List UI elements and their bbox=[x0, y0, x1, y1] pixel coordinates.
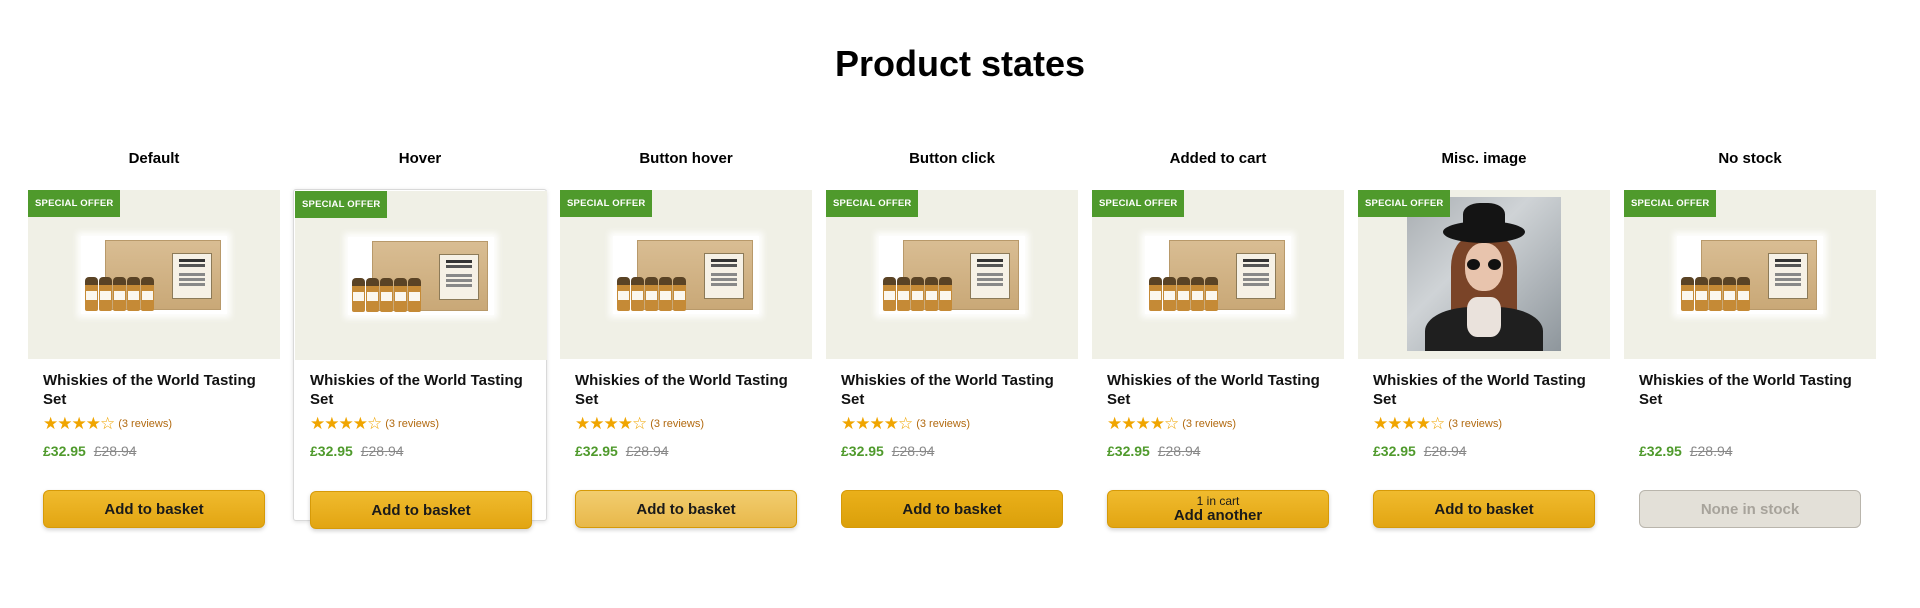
product-card[interactable]: SPECIAL OFFER Whiskies of the World Tast… bbox=[1624, 190, 1876, 528]
add-to-basket-button[interactable]: Add to basket bbox=[1373, 490, 1595, 528]
special-offer-badge: SPECIAL OFFER bbox=[28, 190, 121, 217]
reviews-link[interactable]: (3 reviews) bbox=[1182, 418, 1236, 430]
price: £32.95 bbox=[1373, 443, 1416, 459]
tasting-set-image bbox=[81, 236, 227, 314]
add-to-basket-button[interactable]: Add to basket bbox=[841, 490, 1063, 528]
product-card[interactable]: SPECIAL OFFER Whiskies of the World Tast… bbox=[826, 190, 1078, 528]
price: £32.95 bbox=[1107, 443, 1150, 459]
state-label: Button click bbox=[909, 150, 995, 167]
product-image[interactable]: SPECIAL OFFER bbox=[28, 190, 280, 359]
state-label: Button hover bbox=[639, 150, 733, 167]
price: £32.95 bbox=[1639, 443, 1682, 459]
page-title: Product states bbox=[834, 43, 1086, 84]
product-card[interactable]: SPECIAL OFFER Whiskies of the World Tast… bbox=[560, 190, 812, 528]
special-offer-badge: SPECIAL OFFER bbox=[560, 190, 653, 217]
product-image[interactable]: SPECIAL OFFER bbox=[1624, 190, 1876, 359]
tasting-set-image bbox=[1677, 236, 1823, 314]
reviews-link[interactable]: (3 reviews) bbox=[650, 418, 704, 430]
star-rating-icon: ★★★★☆ bbox=[575, 414, 647, 433]
product-card[interactable]: SPECIAL OFFER Whiskies of the World Tast… bbox=[28, 190, 280, 528]
product-title[interactable]: Whiskies of the World Tasting Set bbox=[1107, 371, 1329, 409]
add-another-label: Add another bbox=[1173, 506, 1263, 524]
was-price: £28.94 bbox=[1423, 443, 1467, 459]
product-title[interactable]: Whiskies of the World Tasting Set bbox=[841, 371, 1063, 409]
product-card[interactable]: SPECIAL OFFER Whiskies of the World Tast… bbox=[1358, 190, 1610, 528]
special-offer-badge: SPECIAL OFFER bbox=[1358, 190, 1451, 217]
price: £32.95 bbox=[841, 443, 884, 459]
special-offer-badge: SPECIAL OFFER bbox=[1624, 190, 1717, 217]
star-rating-icon: ★★★★☆ bbox=[310, 414, 382, 433]
product-image[interactable]: SPECIAL OFFER bbox=[295, 191, 547, 360]
tasting-set-image bbox=[613, 236, 759, 314]
was-price: £28.94 bbox=[625, 443, 669, 459]
was-price: £28.94 bbox=[1689, 443, 1733, 459]
state-label: Hover bbox=[398, 150, 442, 167]
rating: ★★★★☆ (3 reviews) bbox=[1373, 415, 1595, 433]
in-cart-count: 1 in cart bbox=[1196, 493, 1240, 508]
tasting-set-image bbox=[1145, 236, 1291, 314]
product-card[interactable]: SPECIAL OFFER Whiskies of the World Tast… bbox=[1092, 190, 1344, 528]
state-label: Default bbox=[128, 150, 180, 167]
special-offer-badge: SPECIAL OFFER bbox=[295, 191, 388, 218]
product-title[interactable]: Whiskies of the World Tasting Set bbox=[1639, 371, 1861, 409]
was-price: £28.94 bbox=[1157, 443, 1201, 459]
product-image[interactable]: SPECIAL OFFER bbox=[1358, 190, 1610, 359]
rating-empty bbox=[1639, 415, 1861, 433]
product-title[interactable]: Whiskies of the World Tasting Set bbox=[310, 371, 532, 409]
special-offer-badge: SPECIAL OFFER bbox=[1092, 190, 1185, 217]
was-price: £28.94 bbox=[891, 443, 935, 459]
rating: ★★★★☆ (3 reviews) bbox=[1107, 415, 1329, 433]
product-image[interactable]: SPECIAL OFFER bbox=[826, 190, 1078, 359]
state-label: Misc. image bbox=[1441, 150, 1527, 167]
star-rating-icon: ★★★★☆ bbox=[841, 414, 913, 433]
star-rating-icon: ★★★★☆ bbox=[43, 414, 115, 433]
price: £32.95 bbox=[575, 443, 618, 459]
star-rating-icon: ★★★★☆ bbox=[1373, 414, 1445, 433]
star-rating-icon: ★★★★☆ bbox=[1107, 414, 1179, 433]
reviews-link[interactable]: (3 reviews) bbox=[1448, 418, 1502, 430]
add-to-basket-button[interactable]: Add to basket bbox=[43, 490, 265, 528]
rating: ★★★★☆ (3 reviews) bbox=[310, 415, 532, 433]
price: £32.95 bbox=[43, 443, 86, 459]
rating: ★★★★☆ (3 reviews) bbox=[575, 415, 797, 433]
none-in-stock-button: None in stock bbox=[1639, 490, 1861, 528]
product-card[interactable]: SPECIAL OFFER Whiskies of the World Tast… bbox=[293, 189, 547, 529]
product-image[interactable]: SPECIAL OFFER bbox=[1092, 190, 1344, 359]
special-offer-badge: SPECIAL OFFER bbox=[826, 190, 919, 217]
woman-in-hat-photo bbox=[1407, 197, 1561, 351]
was-price: £28.94 bbox=[360, 443, 404, 459]
product-title[interactable]: Whiskies of the World Tasting Set bbox=[43, 371, 265, 409]
rating: ★★★★☆ (3 reviews) bbox=[841, 415, 1063, 433]
rating: ★★★★☆ (3 reviews) bbox=[43, 415, 265, 433]
price: £32.95 bbox=[310, 443, 353, 459]
reviews-link[interactable]: (3 reviews) bbox=[118, 418, 172, 430]
tasting-set-image bbox=[879, 236, 1025, 314]
state-label: No stock bbox=[1718, 150, 1782, 167]
reviews-link[interactable]: (3 reviews) bbox=[916, 418, 970, 430]
tasting-set-image bbox=[348, 237, 494, 315]
state-label: Added to cart bbox=[1169, 150, 1267, 167]
product-title[interactable]: Whiskies of the World Tasting Set bbox=[1373, 371, 1595, 409]
add-to-basket-button[interactable]: Add to basket bbox=[575, 490, 797, 528]
was-price: £28.94 bbox=[93, 443, 137, 459]
add-another-button[interactable]: 1 in cart Add another bbox=[1107, 490, 1329, 528]
product-title[interactable]: Whiskies of the World Tasting Set bbox=[575, 371, 797, 409]
reviews-link[interactable]: (3 reviews) bbox=[385, 418, 439, 430]
product-image[interactable]: SPECIAL OFFER bbox=[560, 190, 812, 359]
add-to-basket-button[interactable]: Add to basket bbox=[310, 491, 532, 529]
